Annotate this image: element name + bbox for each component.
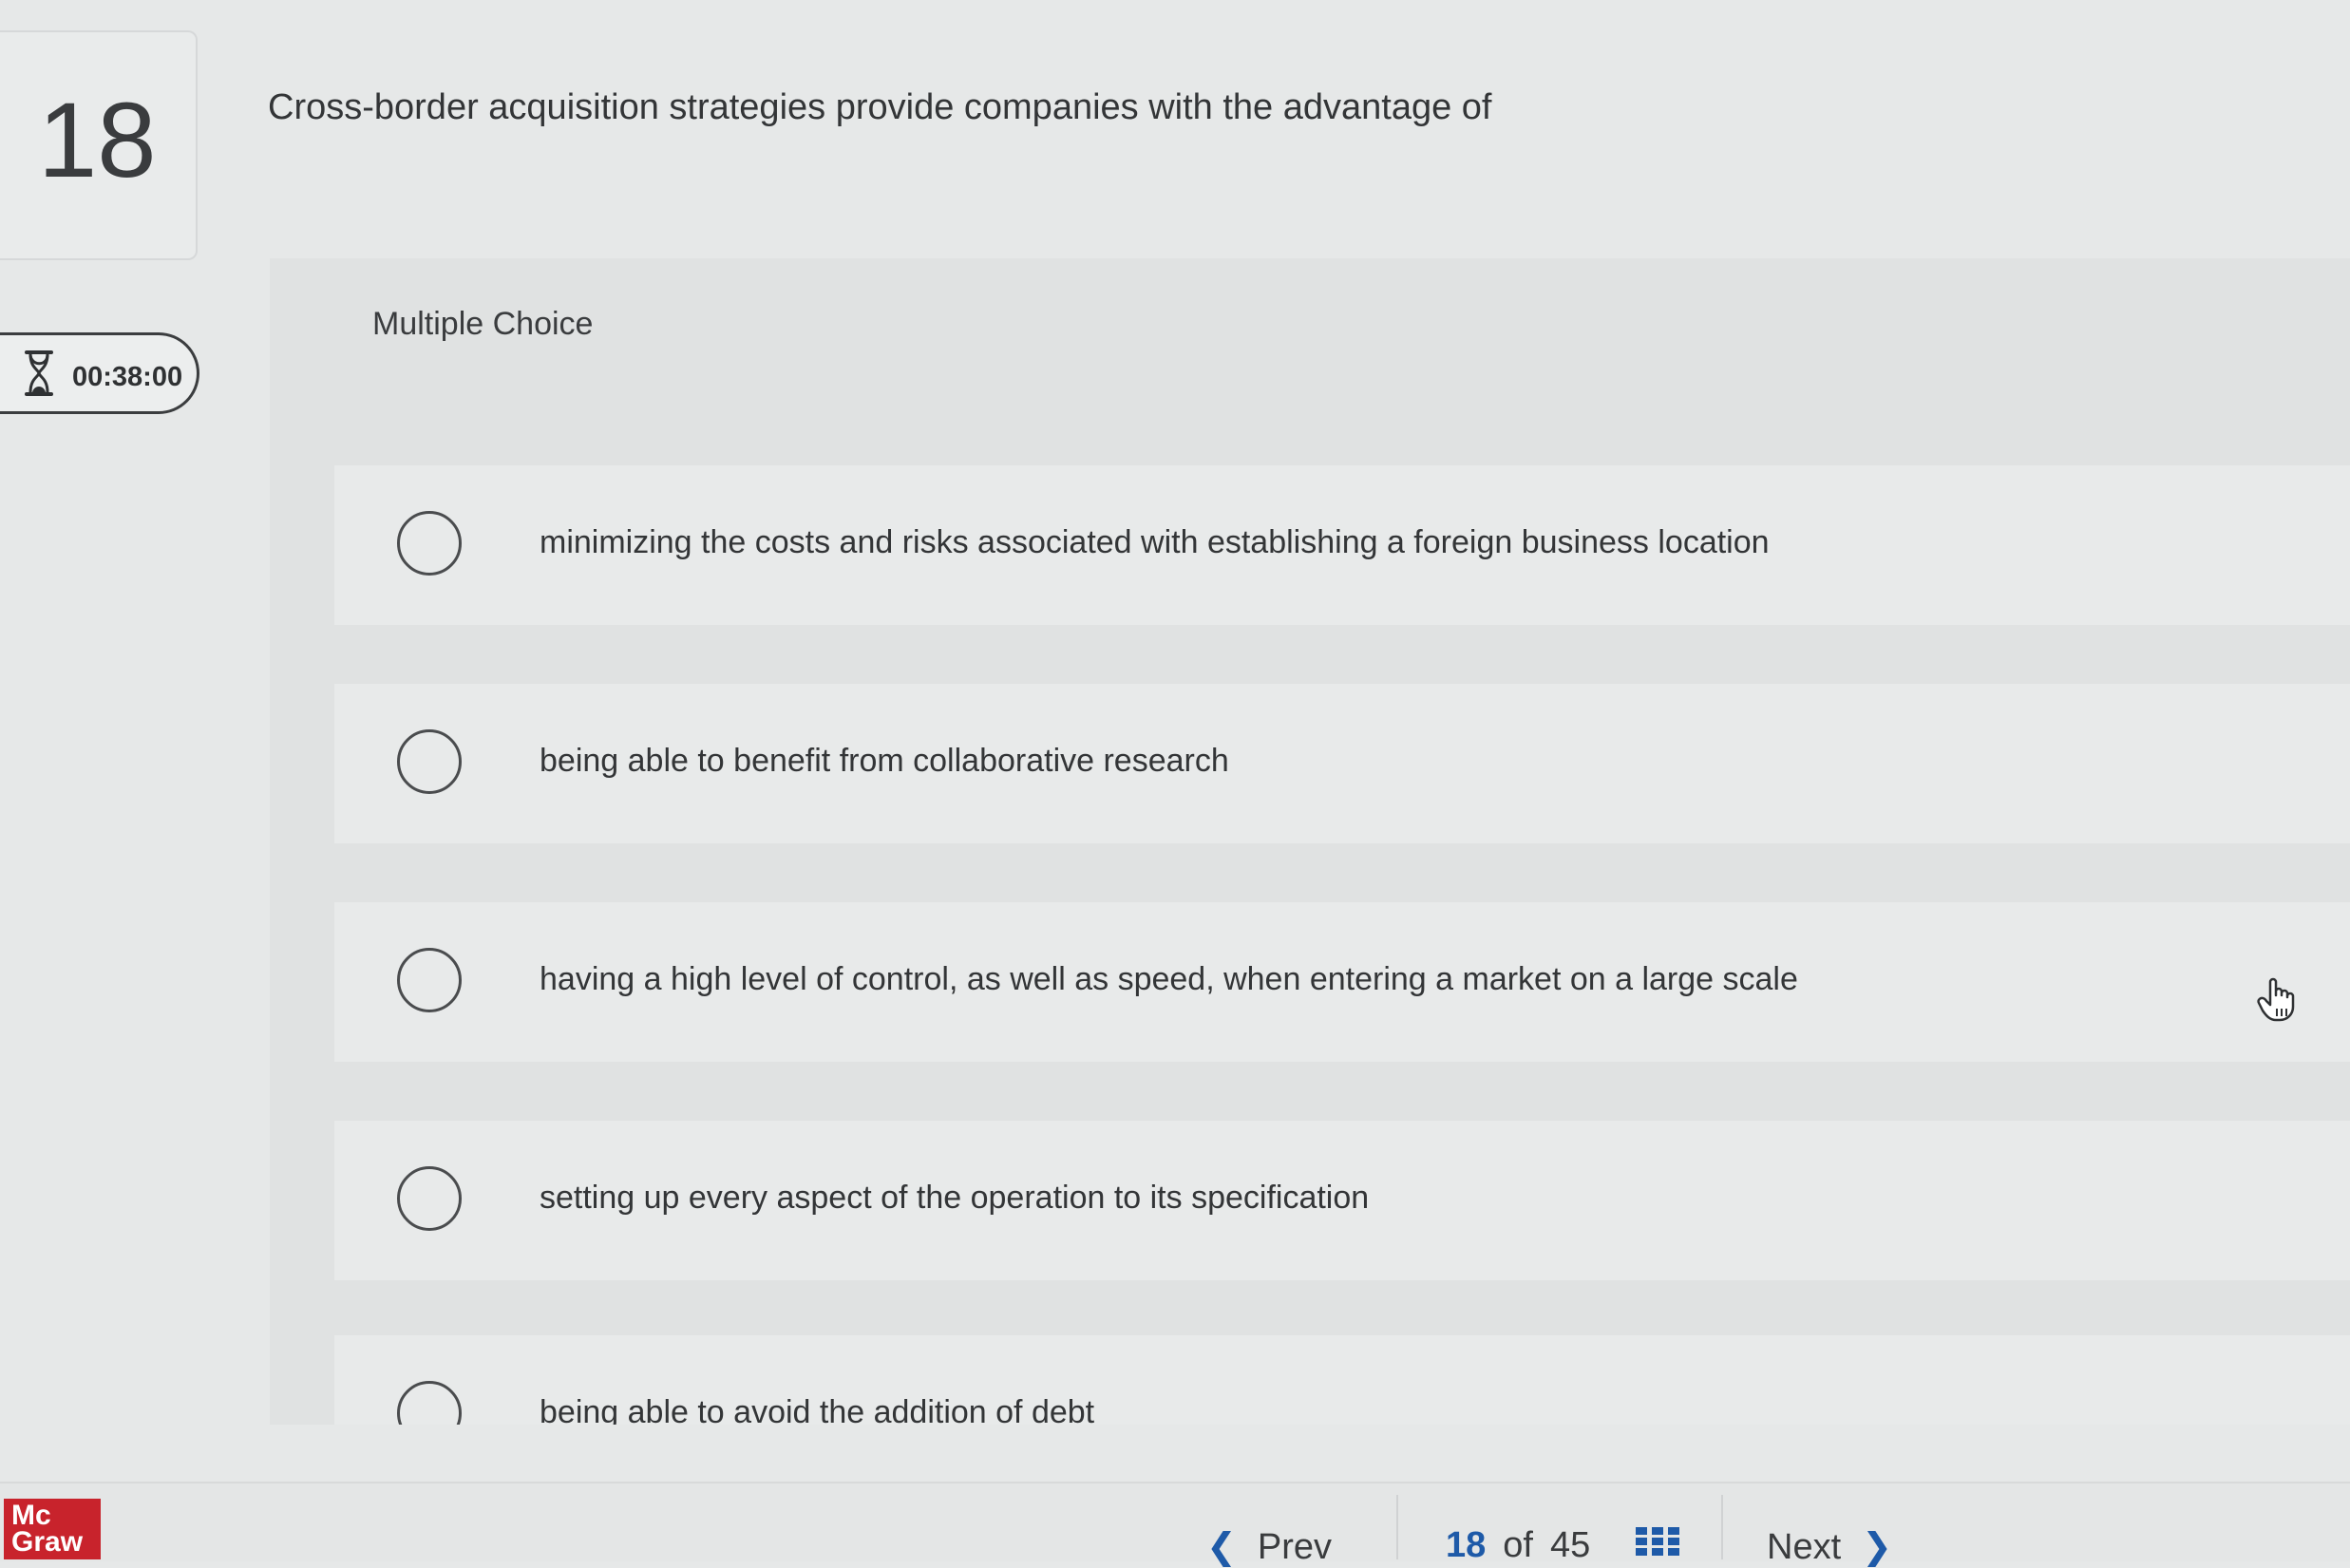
prev-button[interactable]: ❮ Prev — [1206, 1525, 1332, 1567]
mcgraw-hill-logo: Mc Graw — [4, 1499, 101, 1559]
answer-option[interactable]: being able to benefit from collaborative… — [334, 684, 2350, 843]
answer-option[interactable]: being able to avoid the addition of debt — [334, 1335, 2350, 1425]
answer-option-label: being able to benefit from collaborative… — [540, 743, 1229, 779]
timer[interactable]: 00:38:00 — [0, 332, 199, 414]
next-label: Next — [1767, 1527, 1842, 1567]
answer-option[interactable]: minimizing the costs and risks associate… — [334, 465, 2350, 625]
radio-button[interactable] — [397, 511, 462, 576]
answer-option-label: minimizing the costs and risks associate… — [540, 524, 1770, 560]
question-number: 18 — [38, 81, 157, 199]
radio-button[interactable] — [397, 729, 462, 794]
chevron-left-icon: ❮ — [1206, 1527, 1237, 1567]
chevron-right-icon: ❯ — [1862, 1527, 1892, 1567]
answer-option-label: having a high level of control, as well … — [540, 961, 1798, 997]
next-button[interactable]: Next ❯ — [1767, 1525, 1892, 1568]
logo-line-2: Graw — [11, 1526, 84, 1558]
prev-label: Prev — [1257, 1527, 1332, 1567]
logo-line-1: Mc — [11, 1500, 51, 1531]
answer-option[interactable]: having a high level of control, as well … — [334, 902, 2350, 1062]
hourglass-icon — [25, 350, 53, 396]
radio-button[interactable] — [397, 948, 462, 1012]
divider — [1721, 1495, 1723, 1559]
answer-option[interactable]: setting up every aspect of the operation… — [334, 1121, 2350, 1280]
timer-text: 00:38:00 — [72, 362, 183, 392]
question-text: Cross-border acquisition strategies prov… — [268, 87, 1492, 127]
hand-cursor-icon — [2257, 977, 2295, 1022]
divider — [1396, 1495, 1398, 1559]
question-type-label: Multiple Choice — [372, 306, 594, 342]
page-indicator: 18 of 45 — [1446, 1525, 1590, 1566]
radio-button[interactable] — [397, 1166, 462, 1231]
answer-option-label: setting up every aspect of the operation… — [540, 1180, 1370, 1216]
answer-panel: Multiple Choice minimizing the costs and… — [270, 258, 2350, 1425]
answer-option-label: being able to avoid the addition of debt — [540, 1394, 1095, 1425]
footer-bar — [0, 1482, 2350, 1561]
grid-icon[interactable] — [1636, 1527, 1679, 1556]
radio-button[interactable] — [397, 1381, 462, 1425]
